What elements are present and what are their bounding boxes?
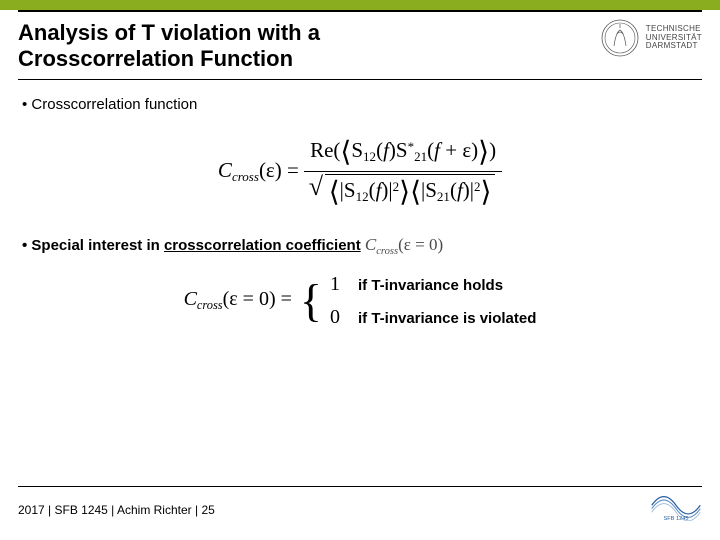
case-2-value: 0 [330,306,346,329]
bullet-2: • Special interest in crosscorrelation c… [22,235,698,257]
slide-body: • Crosscorrelation function Ccross(ε) = … [0,82,720,329]
footer-rule [18,486,702,487]
d-s21-sub: 21 [437,189,450,204]
bullet-1-text: Crosscorrelation function [31,96,197,113]
f2: f [434,138,440,162]
uni-line-3: DARMSTADT [646,42,702,51]
pw-sub: cross [197,298,223,312]
d-s12-sub: 12 [356,189,369,204]
coeff-inline: Ccross(ε = 0) [365,235,443,254]
left-brace-icon: { [300,280,322,321]
header-separator [18,79,702,80]
coeff-arg: (ε = 0) [398,235,443,254]
d-f2: f [457,178,463,202]
re-operator: Re [310,138,333,162]
slide-header: Analysis of T violation with a Crosscorr… [0,12,720,77]
slide-title: Analysis of T violation with a Crosscorr… [18,20,600,73]
s21-sub: 21 [414,149,427,164]
fraction-denominator: ⟨|S12(f)|2⟩⟨|S21(f)|2⟩ [304,171,502,209]
case-2: 0 if T-invariance is violated [330,306,536,329]
coeff-C: C [365,235,376,254]
bullet-2-text-a: Special interest in [31,237,164,254]
f1: f [383,138,389,162]
d-s12: S [344,178,356,202]
lhs-arg: (ε) = [259,158,299,182]
s21: S [396,138,408,162]
main-fraction: Re(⟨S12(f)S*21(f + ε)⟩) ⟨|S12(f)|2⟩⟨|S21… [304,135,502,209]
university-logo: TECHNISCHE UNIVERSITÄT DARMSTADT [600,18,702,58]
pw-arg: (ε = 0) = [223,288,292,310]
d-s21: S [425,178,437,202]
cases: 1 if T-invariance holds 0 if T-invarianc… [330,273,536,329]
eps: ε [462,138,471,162]
case-1: 1 if T-invariance holds [330,273,536,296]
title-line-1: Analysis of T violation with a [18,20,320,45]
pw-C: C [184,288,197,310]
coeff-sub: cross [376,246,398,257]
lhs-sub: cross [232,169,259,184]
bullet-2-text-b: crosscorrelation coefficient [164,237,361,254]
case-1-text: if T-invariance holds [358,277,503,294]
footer-text: 2017 | SFB 1245 | Achim Richter | 25 [18,503,215,517]
fraction-numerator: Re(⟨S12(f)S*21(f + ε)⟩) [304,135,502,171]
athena-seal-icon [600,18,640,58]
university-name: TECHNISCHE UNIVERSITÄT DARMSTADT [646,25,702,51]
sqrt: ⟨|S12(f)|2⟩⟨|S21(f)|2⟩ [311,174,496,209]
title-line-2: Crosscorrelation Function [18,46,293,71]
lhs-C: C [218,158,232,182]
crosscorrelation-formula: Ccross(ε) = Re(⟨S12(f)S*21(f + ε)⟩) ⟨|S1… [22,135,698,209]
d-f1: f [376,178,382,202]
slide-footer: 2017 | SFB 1245 | Achim Richter | 25 SFB… [0,486,720,526]
s12-sub: 12 [363,149,376,164]
sfb-waves-icon: SFB 1245 [650,493,702,521]
case-1-value: 1 [330,273,346,296]
s12: S [351,138,363,162]
case-2-text: if T-invariance is violated [358,310,536,327]
sfb-label: SFB 1245 [663,516,688,521]
pw-lhs: Ccross(ε = 0) = [184,288,292,313]
accent-top-bar [0,0,720,10]
bullet-1: • Crosscorrelation function [22,96,698,113]
sfb-logo: SFB 1245 [650,493,702,526]
piecewise-definition: Ccross(ε = 0) = { 1 if T-invariance hold… [22,273,698,329]
